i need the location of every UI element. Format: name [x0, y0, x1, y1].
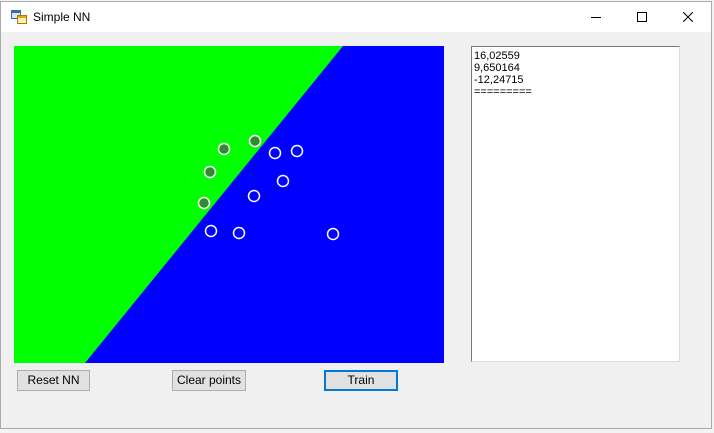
training-point-class-b	[204, 224, 218, 238]
output-line: 9,650164	[474, 62, 520, 74]
output-line: =========	[474, 86, 532, 98]
training-point-class-b	[232, 226, 246, 240]
training-point-class-b	[247, 189, 261, 203]
training-point-class-a	[248, 134, 262, 148]
minimize-button[interactable]	[573, 2, 619, 32]
training-point-class-b	[268, 146, 282, 160]
training-point-class-a	[197, 196, 211, 210]
window-title: Simple NN	[33, 10, 91, 24]
clear-points-button[interactable]: Clear points	[172, 370, 246, 391]
train-button[interactable]: Train	[324, 370, 398, 391]
weights-output-textbox[interactable]: 16,02559 9,650164 -12,24715 =========	[471, 46, 680, 362]
app-window-icon	[11, 10, 27, 24]
training-point-class-a	[203, 165, 217, 179]
decision-boundary-canvas[interactable]	[14, 46, 444, 363]
reset-nn-button[interactable]: Reset NN	[17, 370, 90, 391]
maximize-button[interactable]	[619, 2, 665, 32]
title-bar[interactable]: Simple NN	[1, 2, 711, 32]
maximize-icon	[637, 12, 647, 22]
minimize-icon	[591, 17, 601, 18]
training-point-class-b	[276, 174, 290, 188]
output-line: 16,02559	[474, 50, 520, 62]
training-point-class-a	[217, 142, 231, 156]
training-point-class-b	[326, 227, 340, 241]
app-window: Simple NN 16,02559 9,650164 -12,24715 ==…	[0, 1, 712, 429]
close-button[interactable]	[665, 2, 711, 32]
class-a-region	[14, 46, 343, 363]
training-point-class-b	[290, 144, 304, 158]
output-line: -12,24715	[474, 74, 524, 86]
close-icon	[683, 12, 693, 22]
